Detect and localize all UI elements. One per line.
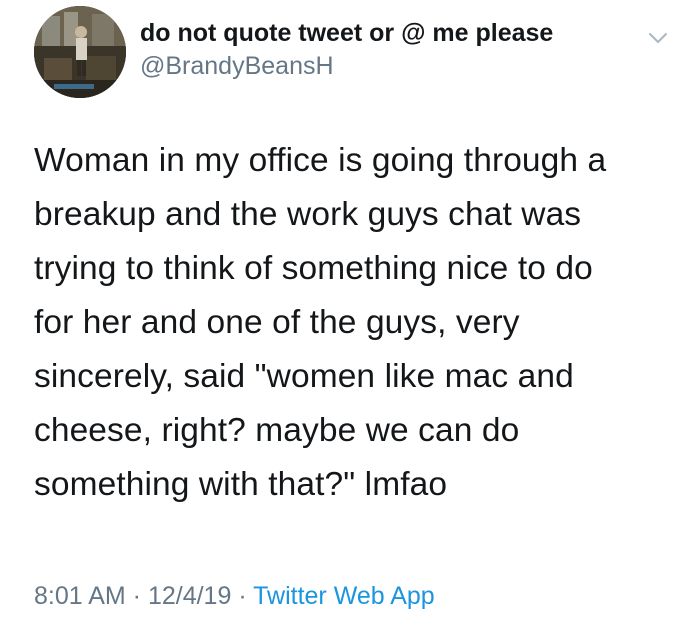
- avatar-photo: [34, 6, 126, 98]
- tweet-text-line: something with that?" lmfao: [34, 466, 448, 503]
- tweet-text-line: for her and one of the guys, very: [34, 304, 520, 341]
- avatar[interactable]: [34, 6, 126, 98]
- tweet-time[interactable]: 8:01 AM: [34, 582, 126, 610]
- tweet-text-line: trying to think of something nice to do: [34, 250, 593, 287]
- tweet-source-link[interactable]: Twitter Web App: [253, 582, 435, 610]
- tweet-header: do not quote tweet or @ me please @Brand…: [34, 6, 674, 98]
- tweet-date[interactable]: 12/4/19: [148, 582, 231, 610]
- tweet-text-line: Woman in my office is going through a: [34, 142, 607, 179]
- tweet-text-line: sincerely, said "women like mac and: [34, 358, 574, 395]
- meta-separator: ·: [125, 582, 148, 610]
- meta-separator: ·: [231, 582, 254, 610]
- tweet-meta: 8:01 AM · 12/4/19 · Twitter Web App: [34, 580, 435, 612]
- author-identity: do not quote tweet or @ me please @Brand…: [140, 18, 553, 81]
- tweet-text: Woman in my office is going through a br…: [34, 134, 674, 512]
- author-handle[interactable]: @BrandyBeansH: [140, 51, 553, 81]
- author-display-name[interactable]: do not quote tweet or @ me please: [140, 18, 553, 48]
- tweet-text-line: breakup and the work guys chat was: [34, 196, 582, 233]
- chevron-down-icon[interactable]: [646, 28, 670, 48]
- tweet-text-line: cheese, right? maybe we can do: [34, 412, 520, 449]
- tweet-card: do not quote tweet or @ me please @Brand…: [0, 0, 700, 628]
